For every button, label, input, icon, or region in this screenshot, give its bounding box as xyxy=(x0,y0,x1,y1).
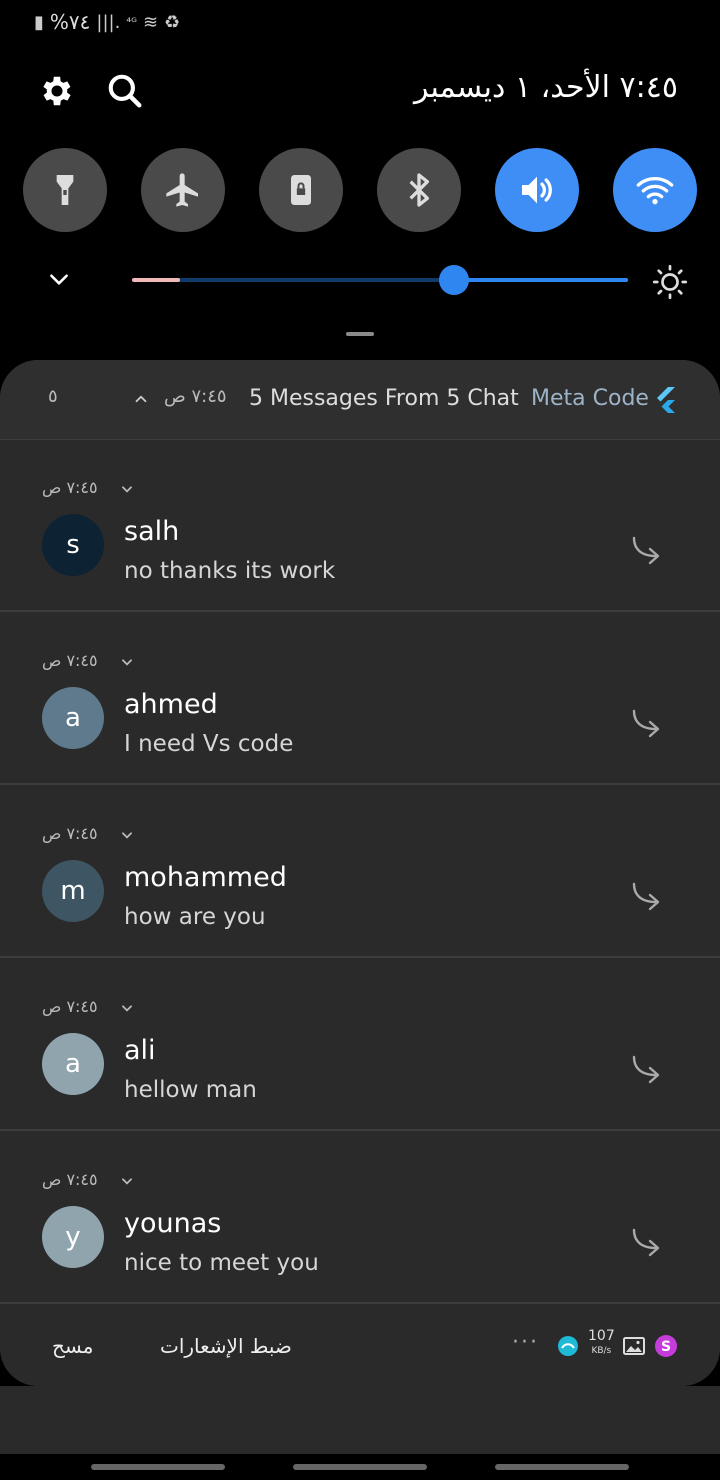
notification-group-header[interactable]: ٥ ٧:٤٥ ص 5 Messages From 5 Chat Meta Cod… xyxy=(0,360,720,440)
message-text: how are you xyxy=(124,904,266,930)
avatar: a xyxy=(42,687,104,749)
flashlight-toggle[interactable] xyxy=(23,148,107,232)
reply-icon[interactable] xyxy=(628,878,666,912)
notification-item[interactable]: ٧:٤٥ ص a ali hellow man xyxy=(0,959,720,1131)
sender-name: ahmed xyxy=(124,689,218,720)
quick-toggles xyxy=(0,148,720,234)
4g-icon: ⁴ᴳ xyxy=(126,15,137,29)
svg-text:S: S xyxy=(661,1339,671,1355)
app-name: Meta Code xyxy=(531,386,649,411)
group-title: 5 Messages From 5 Chat xyxy=(249,386,519,411)
notification-panel: ٥ ٧:٤٥ ص 5 Messages From 5 Chat Meta Cod… xyxy=(0,360,720,1386)
notification-item[interactable]: ٧:٤٥ ص s salh no thanks its work xyxy=(0,440,720,612)
airplane-toggle[interactable] xyxy=(141,148,225,232)
gallery-icon xyxy=(623,1337,645,1355)
avatar: s xyxy=(42,514,104,576)
message-text: hellow man xyxy=(124,1077,257,1103)
collapse-caret-icon[interactable] xyxy=(132,390,150,408)
reply-icon[interactable] xyxy=(628,705,666,739)
status-bar: ▮ %٧٤ |||. ⁴ᴳ ≋ ♻ xyxy=(0,0,720,44)
message-text: I need Vs code xyxy=(124,731,294,757)
sun-icon[interactable] xyxy=(652,264,688,300)
flashlight-icon xyxy=(56,175,74,205)
s-app-icon: S xyxy=(655,1335,677,1357)
bluetooth-icon xyxy=(409,173,429,207)
sender-name: salh xyxy=(124,516,180,547)
panel-drag-handle[interactable] xyxy=(346,332,374,336)
reply-icon[interactable] xyxy=(628,1051,666,1085)
volume-icon xyxy=(522,176,552,204)
notification-item[interactable]: ٧:٤٥ ص y younas nice to meet you xyxy=(0,1132,720,1304)
gesture-hint-back[interactable] xyxy=(495,1464,629,1470)
panel-background xyxy=(0,1386,720,1454)
avatar: y xyxy=(42,1206,104,1268)
message-text: nice to meet you xyxy=(124,1250,319,1276)
expand-chevron-icon[interactable] xyxy=(120,482,134,496)
avatar: a xyxy=(42,1033,104,1095)
notification-item[interactable]: ٧:٤٥ ص m mohammed how are you xyxy=(0,786,720,958)
notification-item[interactable]: ٧:٤٥ ص a ahmed I need Vs code xyxy=(0,613,720,785)
sender-name: ali xyxy=(124,1035,156,1066)
message-text: no thanks its work xyxy=(124,558,336,584)
flutter-app-icon xyxy=(657,387,675,413)
lock-rotation-icon xyxy=(291,175,311,205)
wifi-icon xyxy=(636,177,674,205)
wifi-status-icon: ≋ xyxy=(143,11,159,33)
group-count: ٥ xyxy=(48,386,58,407)
gear-icon[interactable] xyxy=(38,72,76,110)
notification-settings-button[interactable]: ضبط الإشعارات xyxy=(160,1334,292,1358)
notification-time: ٧:٤٥ ص xyxy=(42,997,98,1016)
gesture-navigation-bar xyxy=(0,1454,720,1480)
notification-time: ٧:٤٥ ص xyxy=(42,1170,98,1189)
brightness-fill xyxy=(454,278,628,282)
clear-button[interactable]: مسح xyxy=(52,1334,93,1358)
network-speed-value: 107 xyxy=(588,1328,615,1344)
sender-name: younas xyxy=(124,1208,222,1239)
battery-charging-icon: ▮ xyxy=(34,11,44,33)
wifi-toggle[interactable] xyxy=(613,148,697,232)
gesture-hint-recents[interactable] xyxy=(91,1464,225,1470)
sound-toggle[interactable] xyxy=(495,148,579,232)
expand-chevron-icon[interactable] xyxy=(120,1174,134,1188)
expand-chevron-icon[interactable] xyxy=(120,1001,134,1015)
expand-chevron-icon[interactable] xyxy=(120,655,134,669)
reply-icon[interactable] xyxy=(628,532,666,566)
brightness-slider-thumb[interactable] xyxy=(439,265,469,295)
expand-chevron-icon[interactable] xyxy=(120,828,134,842)
quick-settings-header: ٧:٤٥ الأحد، ١ ديسمبر xyxy=(0,60,720,120)
notification-footer: مسح ضبط الإشعارات ··· 107 KB/s S xyxy=(0,1304,720,1386)
brightness-control xyxy=(0,256,720,306)
notification-time: ٧:٤٥ ص xyxy=(42,824,98,843)
bluetooth-toggle[interactable] xyxy=(377,148,461,232)
brightness-min-segment xyxy=(132,278,180,282)
expand-chevron-icon[interactable] xyxy=(46,266,72,292)
group-time: ٧:٤٥ ص xyxy=(164,386,227,407)
avatar: m xyxy=(42,860,104,922)
battery-percent: %٧٤ xyxy=(49,10,91,34)
network-speed: 107 KB/s xyxy=(588,1328,615,1357)
network-speed-unit: KB/s xyxy=(591,1346,612,1356)
date-time[interactable]: ٧:٤٥ الأحد، ١ ديسمبر xyxy=(414,70,678,105)
gesture-hint-home[interactable] xyxy=(293,1464,427,1470)
messenger-app-icon xyxy=(558,1336,578,1356)
screen-lock-toggle[interactable] xyxy=(259,148,343,232)
search-icon[interactable] xyxy=(106,72,144,110)
signal-icon: |||. xyxy=(96,11,121,33)
sender-name: mohammed xyxy=(124,862,287,893)
recycle-notification-icon: ♻ xyxy=(164,11,181,33)
notification-time: ٧:٤٥ ص xyxy=(42,651,98,670)
airplane-icon xyxy=(166,173,198,207)
notification-time: ٧:٤٥ ص xyxy=(42,478,98,497)
reply-icon[interactable] xyxy=(628,1224,666,1258)
more-notifications-indicator: ··· xyxy=(512,1330,539,1355)
